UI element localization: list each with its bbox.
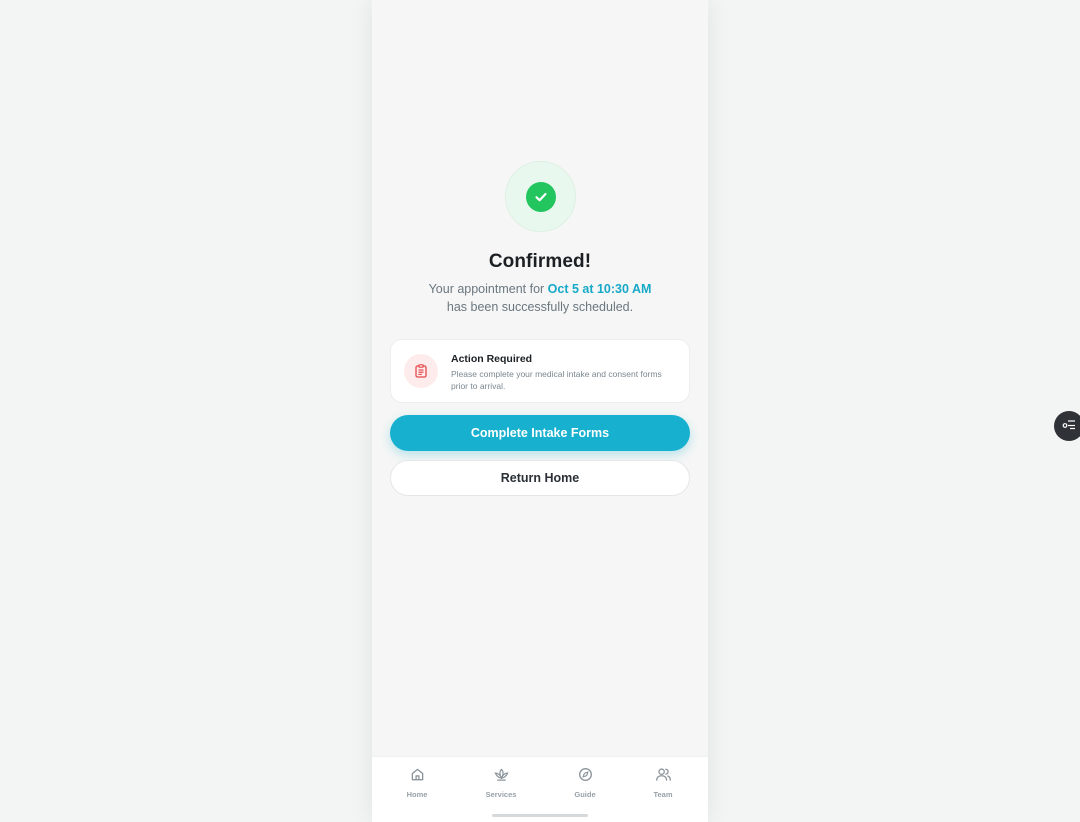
tab-team[interactable]: Team (633, 767, 693, 799)
appointment-time: Oct 5 at 10:30 AM (547, 282, 652, 296)
card-title: Action Required (451, 353, 533, 365)
subtitle-suffix: has been successfully scheduled. (446, 300, 634, 314)
settings-toggle-button[interactable] (1054, 411, 1080, 441)
home-icon (410, 767, 425, 787)
clipboard-icon (404, 354, 438, 388)
page-title: Confirmed! (488, 251, 592, 272)
complete-intake-forms-button[interactable]: Complete Intake Forms (390, 415, 690, 451)
card-text: Please complete your medical intake and … (451, 369, 662, 391)
sliders-icon (1062, 417, 1076, 435)
tab-guide[interactable]: Guide (555, 767, 615, 799)
tab-label: Services (485, 790, 517, 799)
return-home-button[interactable]: Return Home (390, 460, 690, 496)
tab-label: Guide (574, 790, 596, 799)
subtitle-prefix: Your appointment for (428, 282, 548, 296)
tab-label: Home (406, 790, 428, 799)
success-badge (505, 161, 576, 232)
phone-screen: Confirmed! Your appointment for Oct 5 at… (372, 0, 708, 822)
check-circle-icon (525, 181, 556, 212)
tab-home[interactable]: Home (387, 767, 447, 799)
confirmation-message: Your appointment for Oct 5 at 10:30 AM h… (372, 280, 708, 316)
action-required-card: Action Required Please complete your med… (390, 339, 690, 403)
tab-services[interactable]: Services (471, 767, 531, 799)
bottom-tab-bar: Home Services Guide Team (372, 756, 708, 822)
home-indicator (492, 814, 588, 817)
compass-icon (578, 767, 593, 787)
users-icon (655, 767, 672, 787)
lotus-icon (493, 767, 510, 787)
tab-label: Team (653, 790, 673, 799)
